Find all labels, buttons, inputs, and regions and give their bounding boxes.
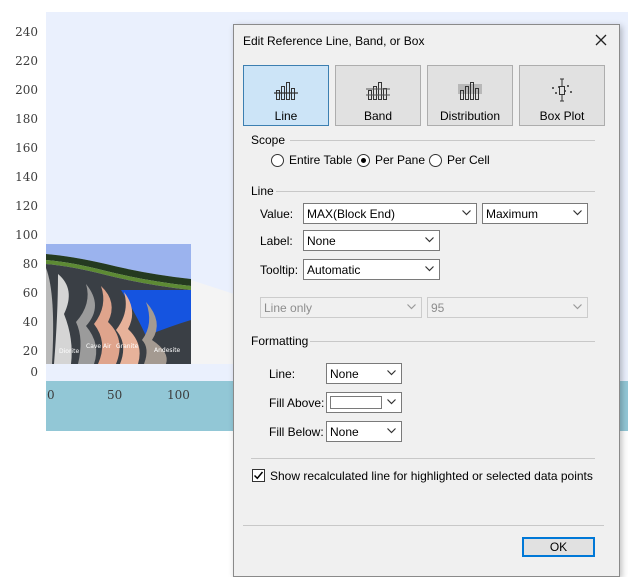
radio-indicator: [271, 153, 284, 167]
radio-label: Per Pane: [375, 153, 426, 167]
type-band-button[interactable]: Band: [335, 65, 421, 126]
y-tick-label: 100: [15, 228, 38, 242]
line-chart-icon: [274, 82, 298, 100]
close-button[interactable]: [593, 32, 609, 48]
format-line-label: Line:: [269, 367, 296, 381]
chevron-down-icon: [573, 210, 582, 216]
edit-reference-line-dialog: Edit Reference Line, Band, or Box Line B…: [233, 24, 620, 577]
divider: [290, 140, 595, 141]
divider: [276, 191, 595, 192]
dropdown-value: Automatic: [307, 263, 361, 277]
y-tick-label: 120: [15, 199, 38, 213]
distribution-chart-icon: [458, 82, 482, 100]
area-label: Granite: [116, 343, 139, 350]
dialog-title: Edit Reference Line, Band, or Box: [243, 34, 425, 48]
fill-above-label: Fill Above:: [269, 396, 325, 410]
fill-above-dropdown[interactable]: [326, 392, 402, 413]
checkmark-icon: [253, 471, 264, 480]
radio-label: Per Cell: [447, 153, 490, 167]
chevron-down-icon: [387, 428, 396, 434]
type-distribution-button[interactable]: Distribution: [427, 65, 513, 126]
divider: [243, 525, 604, 526]
value-label: Value:: [260, 207, 294, 221]
recalc-checkbox[interactable]: [252, 469, 265, 482]
fill-below-dropdown[interactable]: None: [326, 421, 402, 442]
dropdown-value: None: [330, 425, 359, 439]
y-tick-label: 40: [22, 315, 38, 329]
line-section-title: Line: [251, 184, 274, 198]
y-tick-label: 200: [15, 83, 38, 97]
type-label: Distribution: [439, 109, 501, 123]
y-tick-label: 0: [30, 365, 38, 379]
type-label: Line: [274, 109, 298, 123]
scope-entire-table-radio[interactable]: Entire Table: [271, 153, 352, 167]
confidence-value-dropdown: 95: [427, 297, 588, 318]
y-tick-label: 60: [22, 286, 38, 300]
dropdown-value: Line only: [264, 301, 313, 315]
band-chart-icon: [366, 82, 390, 100]
scope-section-title: Scope: [251, 133, 286, 147]
area-label: Andesite: [154, 347, 181, 354]
close-icon: [595, 34, 607, 46]
y-tick-label: 160: [15, 141, 38, 155]
box-plot-icon: [552, 78, 572, 102]
chevron-down-icon: [387, 370, 396, 376]
radio-indicator: [357, 153, 370, 167]
y-tick-label: 80: [22, 257, 38, 271]
y-tick-label: 180: [15, 112, 38, 126]
dropdown-value: 95: [431, 301, 445, 315]
label-label: Label:: [260, 234, 293, 248]
chevron-down-icon: [425, 266, 434, 272]
x-tick-label: 100: [167, 388, 190, 402]
chevron-down-icon: [573, 304, 582, 310]
scope-per-pane-radio[interactable]: Per Pane: [357, 153, 425, 167]
formatting-section-title: Formatting: [251, 334, 309, 348]
divider: [310, 341, 595, 342]
tooltip-dropdown[interactable]: Automatic: [303, 259, 440, 280]
chevron-down-icon: [387, 399, 396, 405]
dropdown-value: Maximum: [486, 207, 539, 221]
tooltip-label: Tooltip:: [260, 263, 299, 277]
area-label: Cave Air: [86, 343, 112, 350]
ok-button[interactable]: OK: [522, 537, 595, 557]
type-line-button[interactable]: Line: [243, 65, 329, 126]
color-swatch: [330, 396, 382, 409]
y-tick-label: 20: [22, 344, 38, 358]
chevron-down-icon: [462, 210, 471, 216]
x-tick-label: 0: [47, 388, 55, 402]
dropdown-value: None: [330, 367, 359, 381]
divider: [251, 458, 595, 459]
type-label: Box Plot: [539, 109, 585, 123]
y-tick-label: 220: [15, 54, 38, 68]
confidence-mode-dropdown: Line only: [260, 297, 422, 318]
dropdown-value: None: [307, 234, 336, 248]
chevron-down-icon: [407, 304, 416, 310]
value-field-dropdown[interactable]: MAX(Block End): [303, 203, 477, 224]
aggregation-dropdown[interactable]: Maximum: [482, 203, 588, 224]
dropdown-value: MAX(Block End): [307, 207, 396, 221]
area-fade: [191, 280, 234, 364]
scope-per-cell-radio[interactable]: Per Cell: [429, 153, 490, 167]
fill-below-label: Fill Below:: [269, 425, 324, 439]
chevron-down-icon: [425, 237, 434, 243]
recalc-label: Show recalculated line for highlighted o…: [270, 469, 593, 483]
stacked-area-chart[interactable]: Diorite Cave Air Granite Andesite: [46, 244, 234, 364]
y-tick-label: 240: [15, 25, 38, 39]
type-label: Band: [363, 109, 393, 123]
type-box-plot-button[interactable]: Box Plot: [519, 65, 605, 126]
radio-label: Entire Table: [289, 153, 353, 167]
radio-indicator: [429, 153, 442, 167]
area-label: Diorite: [59, 348, 79, 355]
label-dropdown[interactable]: None: [303, 230, 440, 251]
x-tick-label: 50: [107, 388, 123, 402]
line-style-dropdown[interactable]: None: [326, 363, 402, 384]
y-tick-label: 140: [15, 170, 38, 184]
